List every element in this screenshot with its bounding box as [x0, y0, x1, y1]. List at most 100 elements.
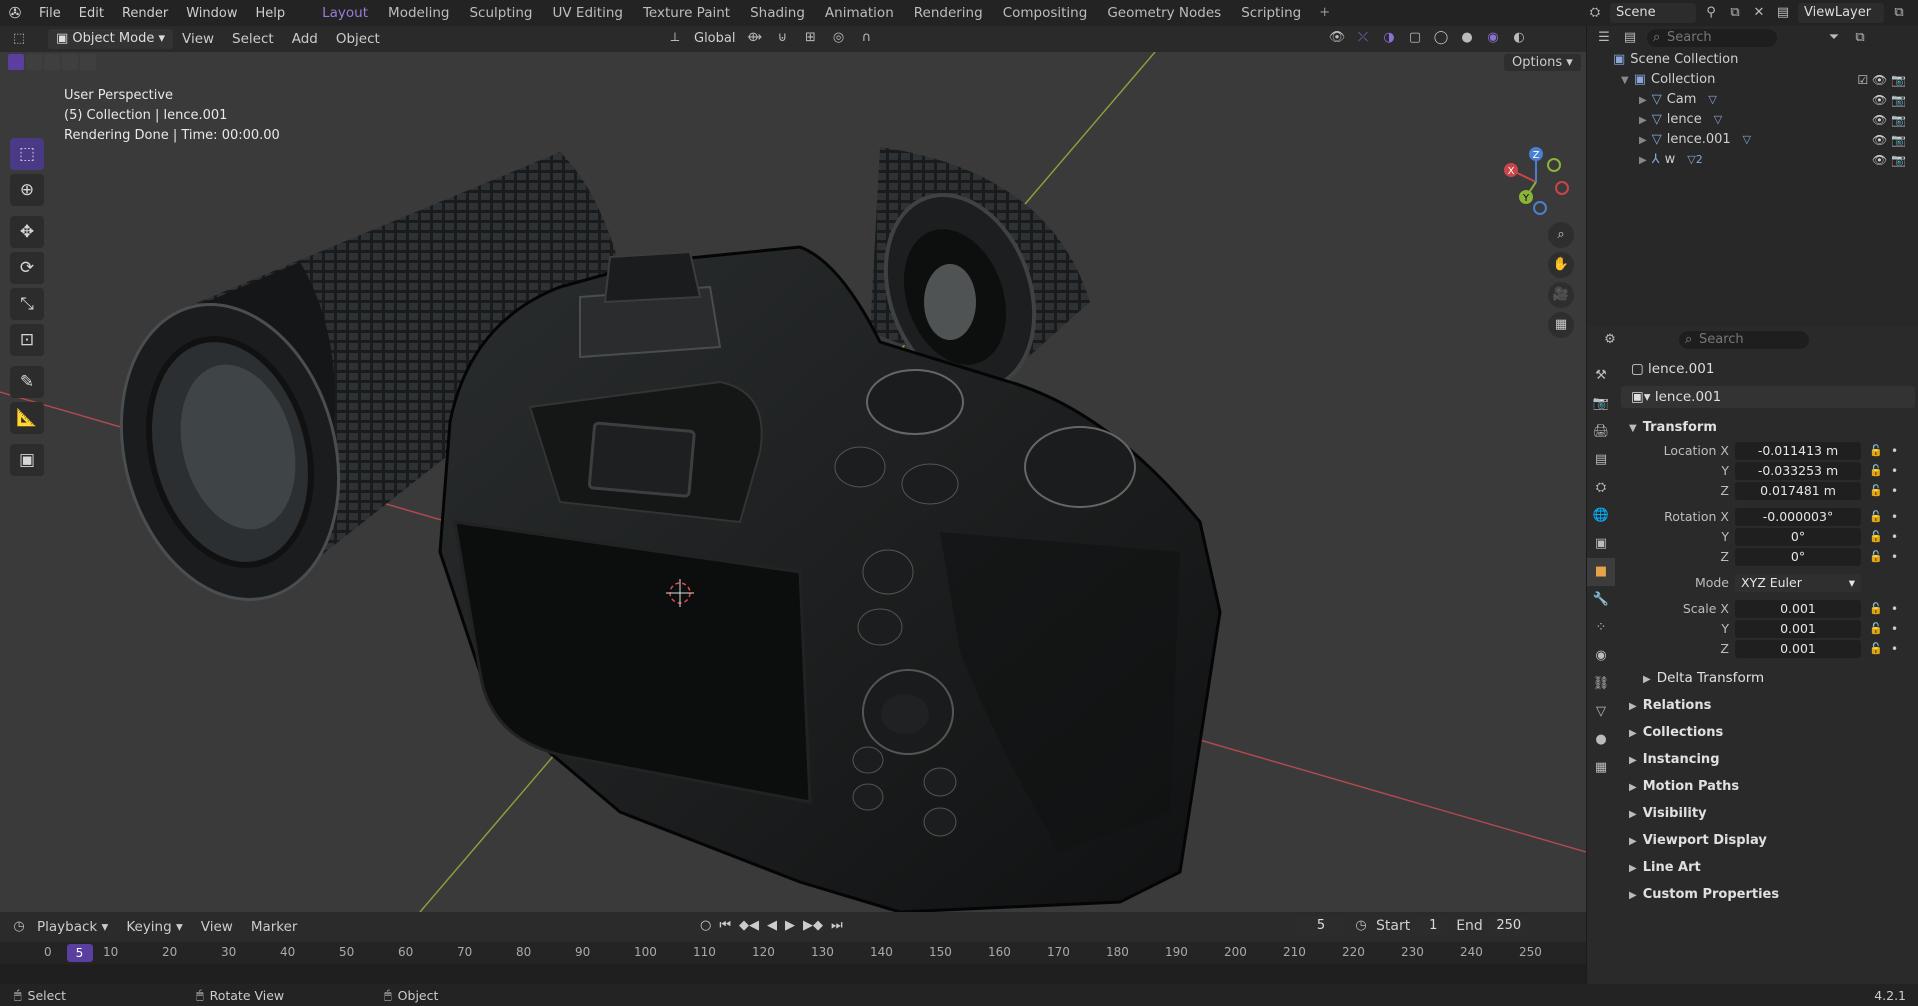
pivot-icon[interactable]: ⟴ — [745, 29, 763, 47]
menu-object[interactable]: Object — [327, 31, 389, 47]
relations-panel[interactable]: ▶ Relations — [1621, 692, 1915, 719]
outliner-editor-type-icon[interactable]: ☰ — [1595, 29, 1613, 47]
tab-modeling[interactable]: Modeling — [378, 0, 459, 26]
view-layer-tab-icon[interactable]: ▤ — [1587, 446, 1615, 474]
motion-paths-panel[interactable]: ▶ Motion Paths — [1621, 773, 1915, 800]
menu-window[interactable]: Window — [177, 6, 246, 21]
location-y-field[interactable]: -0.033253 m — [1735, 462, 1861, 480]
falloff-icon[interactable]: ∩ — [857, 29, 875, 47]
tool-tab-icon[interactable]: ⚒ — [1587, 362, 1615, 390]
frame-ruler[interactable]: 0 10 20 30 40 50 60 70 80 90 100 110 120 130 140 150 160… — [0, 942, 1586, 964]
menu-render[interactable]: Render — [113, 6, 177, 21]
collection-row[interactable]: ▼ ▣ Collection ☑ 👁 📷 — [1587, 70, 1918, 90]
rotation-mode-dropdown[interactable]: XYZ Euler ▾ — [1735, 574, 1861, 592]
record-icon[interactable]: ○ — [700, 918, 711, 933]
measure-tool-icon[interactable]: 📐 — [10, 402, 44, 434]
location-x-field[interactable]: -0.011413 m — [1735, 442, 1861, 460]
select-new-icon[interactable] — [8, 54, 24, 70]
properties-search-input[interactable]: Search — [1679, 331, 1809, 349]
keyframe-dot-icon[interactable]: • — [1891, 461, 1898, 481]
new-collection-icon[interactable]: ⧉ — [1851, 29, 1869, 47]
next-keyframe-icon[interactable]: ▶◆ — [803, 918, 823, 933]
current-frame-marker[interactable]: 5 — [66, 944, 93, 962]
modifier-tab-icon[interactable]: 🔧 — [1587, 586, 1615, 614]
menu-keying[interactable]: Keying ▾ — [117, 919, 191, 935]
keyframe-dot-icon[interactable]: • — [1891, 547, 1898, 567]
solid-shading-icon[interactable]: ● — [1458, 29, 1476, 47]
view-layer-field[interactable]: ViewLayer — [1798, 3, 1884, 23]
snap-icon[interactable]: ⊍ — [773, 29, 791, 47]
tab-shading[interactable]: Shading — [740, 0, 815, 26]
xray-icon[interactable]: ▢ — [1406, 29, 1424, 47]
line-art-panel[interactable]: ▶ Line Art — [1621, 854, 1915, 881]
start-frame-field[interactable]: 1 — [1416, 916, 1451, 936]
proportional-edit-icon[interactable]: ◎ — [829, 29, 847, 47]
timeline-track[interactable] — [0, 964, 1586, 984]
select-extend-icon[interactable] — [26, 54, 42, 70]
end-frame-field[interactable]: 250 — [1488, 916, 1529, 936]
menu-file[interactable]: File — [30, 6, 70, 21]
viewport-display-panel[interactable]: ▶ Viewport Display — [1621, 827, 1915, 854]
mode-dropdown[interactable]: ▣ Object Mode ▾ — [48, 29, 173, 49]
clock-icon[interactable]: ◷ — [1352, 917, 1370, 935]
expand-arrow-icon[interactable]: ▶ — [1639, 135, 1647, 146]
timeline-editor-type-icon[interactable]: ◷ — [10, 918, 28, 936]
menu-timeline-view[interactable]: View — [192, 919, 242, 935]
add-workspace-icon[interactable]: + — [1311, 0, 1338, 26]
expand-arrow-icon[interactable]: ▶ — [1639, 155, 1647, 166]
particles-tab-icon[interactable]: ⁘ — [1587, 614, 1615, 642]
tab-rendering[interactable]: Rendering — [904, 0, 993, 26]
delete-scene-icon[interactable]: ✕ — [1750, 4, 1768, 22]
rotation-y-field[interactable]: 0° — [1735, 528, 1861, 546]
item-visibility-icons[interactable]: 👁 📷 — [1872, 110, 1906, 130]
menu-playback[interactable]: Playback ▾ — [28, 919, 117, 935]
lock-icon[interactable]: 🔓 — [1869, 527, 1883, 547]
navigation-gizmo[interactable]: X Y Z — [1496, 142, 1576, 222]
item-visibility-icons[interactable]: 👁 📷 — [1872, 90, 1906, 110]
orientation-dropdown[interactable]: Global — [694, 31, 735, 46]
tab-compositing[interactable]: Compositing — [993, 0, 1098, 26]
cursor-tool-icon[interactable]: ⊕ — [10, 174, 44, 206]
tab-animation[interactable]: Animation — [815, 0, 904, 26]
tab-texture-paint[interactable]: Texture Paint — [633, 0, 740, 26]
render-tab-icon[interactable]: 📷 — [1587, 390, 1615, 418]
keyframe-dot-icon[interactable]: • — [1891, 599, 1898, 619]
menu-view[interactable]: View — [173, 31, 223, 47]
menu-edit[interactable]: Edit — [70, 6, 113, 21]
keyframe-dot-icon[interactable]: • — [1891, 619, 1898, 639]
physics-tab-icon[interactable]: ◉ — [1587, 642, 1615, 670]
constraints-tab-icon[interactable]: ⛓ — [1587, 670, 1615, 698]
select-invert-icon[interactable] — [62, 54, 78, 70]
rotate-tool-icon[interactable]: ⟳ — [10, 252, 44, 284]
jump-end-icon[interactable]: ⏭ — [831, 918, 843, 933]
location-z-field[interactable]: 0.017481 m — [1735, 482, 1861, 500]
properties-editor-type-icon[interactable]: ⚙ — [1601, 331, 1619, 349]
outliner-item-cam[interactable]: ▶ ▽ Cam ▽ 👁 📷 — [1587, 90, 1918, 110]
scale-tool-icon[interactable]: ⤡ — [10, 288, 44, 320]
lock-icon[interactable]: 🔓 — [1869, 441, 1883, 461]
annotate-tool-icon[interactable]: ✎ — [10, 366, 44, 398]
lock-icon[interactable]: 🔓 — [1869, 639, 1883, 659]
snap-target-icon[interactable]: ⊞ — [801, 29, 819, 47]
collections-panel[interactable]: ▶ Collections — [1621, 719, 1915, 746]
tab-sculpting[interactable]: Sculpting — [459, 0, 542, 26]
current-frame-field[interactable]: 5 — [1296, 916, 1346, 936]
menu-select[interactable]: Select — [223, 31, 283, 47]
menu-add[interactable]: Add — [283, 31, 327, 47]
tab-uv-editing[interactable]: UV Editing — [543, 0, 633, 26]
camera-view-icon[interactable]: 🎥 — [1548, 282, 1574, 308]
collection-visibility-icons[interactable]: ☑ 👁 📷 — [1857, 70, 1906, 90]
output-tab-icon[interactable]: 🖨 — [1587, 418, 1615, 446]
lock-icon[interactable]: 🔓 — [1869, 461, 1883, 481]
visibility-icon[interactable]: 👁 — [1328, 29, 1346, 47]
object-tab-icon[interactable]: ■ — [1587, 558, 1615, 586]
3d-viewport[interactable]: User Perspective (5) Collection | lence.… — [0, 52, 1586, 912]
world-tab-icon[interactable]: 🌐 — [1587, 502, 1615, 530]
filter-icon[interactable]: ⏷ — [1825, 29, 1843, 47]
play-reverse-icon[interactable]: ◀ — [767, 918, 777, 933]
scale-z-field[interactable]: 0.001 — [1735, 640, 1861, 658]
blender-logo-icon[interactable]: ✇ — [0, 4, 30, 22]
expand-arrow-icon[interactable]: ▼ — [1621, 75, 1629, 86]
zoom-icon[interactable]: ⌕ — [1548, 222, 1574, 248]
tab-layout[interactable]: Layout — [312, 0, 378, 26]
